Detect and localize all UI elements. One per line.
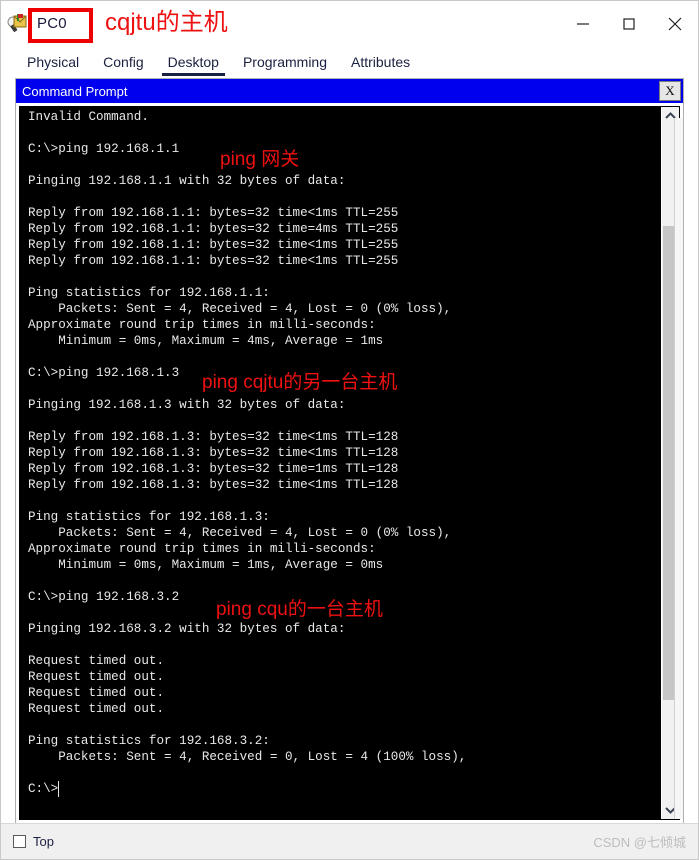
window-title: PC0 xyxy=(37,15,67,32)
tab-config[interactable]: Config xyxy=(91,46,155,78)
tab-physical[interactable]: Physical xyxy=(15,46,91,78)
panel-scrollbar[interactable] xyxy=(674,118,683,819)
window-titlebar: PC0 cqjtu的主机 xyxy=(1,1,698,46)
terminal-line: Reply from 192.168.1.3: bytes=32 time=1m… xyxy=(28,462,399,476)
status-bar: Top CSDN @七倾城 xyxy=(1,823,698,859)
tab-attributes[interactable]: Attributes xyxy=(339,46,422,78)
top-checkbox[interactable] xyxy=(13,835,26,848)
terminal-line: Reply from 192.168.1.1: bytes=32 time<1m… xyxy=(28,254,399,268)
terminal-line: Request timed out. xyxy=(28,686,165,700)
terminal-line: Pinging 192.168.1.1 with 32 bytes of dat… xyxy=(28,174,346,188)
packet-tracer-pc-icon xyxy=(7,13,29,35)
terminal-line: Ping statistics for 192.168.3.2: xyxy=(28,734,270,748)
terminal-line: Pinging 192.168.3.2 with 32 bytes of dat… xyxy=(28,622,346,636)
command-prompt-close-button[interactable]: X xyxy=(659,81,681,101)
terminal-line: Packets: Sent = 4, Received = 4, Lost = … xyxy=(28,302,452,316)
annotation-title-note: cqjtu的主机 xyxy=(105,9,228,36)
terminal-line: Approximate round trip times in milli-se… xyxy=(28,318,376,332)
terminal-line: Pinging 192.168.1.3 with 32 bytes of dat… xyxy=(28,398,346,412)
terminal-line: Reply from 192.168.1.3: bytes=32 time<1m… xyxy=(28,446,399,460)
tab-physical-label: Physical xyxy=(27,54,80,70)
tab-desktop[interactable]: Desktop xyxy=(156,46,231,78)
tab-programming[interactable]: Programming xyxy=(231,46,339,78)
top-checkbox-label: Top xyxy=(33,834,54,849)
terminal-line: Request timed out. xyxy=(28,670,165,684)
terminal-line: Request timed out. xyxy=(28,702,165,716)
terminal-line: Packets: Sent = 4, Received = 0, Lost = … xyxy=(28,750,467,764)
terminal-line: Reply from 192.168.1.1: bytes=32 time=4m… xyxy=(28,222,399,236)
minimize-button[interactable] xyxy=(560,1,606,46)
terminal-line: Reply from 192.168.1.1: bytes=32 time<1m… xyxy=(28,206,399,220)
terminal-cursor xyxy=(58,781,60,797)
close-button[interactable] xyxy=(652,1,698,46)
terminal-line: Ping statistics for 192.168.1.3: xyxy=(28,510,270,524)
pc0-window: PC0 cqjtu的主机 Physical Config Desktop Pro… xyxy=(0,0,699,860)
tab-programming-label: Programming xyxy=(242,54,327,70)
maximize-button[interactable] xyxy=(606,1,652,46)
terminal-line: Packets: Sent = 4, Received = 4, Lost = … xyxy=(28,526,452,540)
window-controls xyxy=(560,1,698,46)
command-prompt-titlebar: Command Prompt X xyxy=(16,79,683,103)
terminal-container: Invalid Command. C:\>ping 192.168.1.1 Ping… xyxy=(19,106,680,820)
tab-config-label: Config xyxy=(103,54,144,70)
terminal-line: Reply from 192.168.1.3: bytes=32 time<1m… xyxy=(28,478,399,492)
terminal-line: Request timed out. xyxy=(28,654,165,668)
terminal-output[interactable]: Invalid Command. C:\>ping 192.168.1.1 Ping… xyxy=(20,107,661,819)
terminal-line: Minimum = 0ms, Maximum = 4ms, Average = … xyxy=(28,334,384,348)
tab-desktop-label: Desktop xyxy=(167,54,219,70)
command-prompt-title: Command Prompt xyxy=(22,83,128,99)
tab-attributes-label: Attributes xyxy=(351,54,411,70)
terminal-line: C:\>ping 192.168.1.3 xyxy=(28,366,180,380)
terminal-line: Minimum = 0ms, Maximum = 1ms, Average = … xyxy=(28,558,384,572)
terminal-line: Reply from 192.168.1.3: bytes=32 time<1m… xyxy=(28,430,399,444)
terminal-line: C:\> xyxy=(28,781,60,797)
tab-strip: Physical Config Desktop Programming Attr… xyxy=(1,46,698,78)
terminal-line: Approximate round trip times in milli-se… xyxy=(28,542,376,556)
terminal-line: C:\>ping 192.168.3.2 xyxy=(28,590,180,604)
desktop-panel: Command Prompt X Invalid Command. C:\>pin… xyxy=(15,78,684,823)
terminal-line: Invalid Command. xyxy=(28,110,149,124)
terminal-line: Ping statistics for 192.168.1.1: xyxy=(28,286,270,300)
terminal-line: C:\>ping 192.168.1.1 xyxy=(28,142,180,156)
watermark: CSDN @七倾城 xyxy=(593,835,686,850)
terminal-line: Reply from 192.168.1.1: bytes=32 time<1m… xyxy=(28,238,399,252)
